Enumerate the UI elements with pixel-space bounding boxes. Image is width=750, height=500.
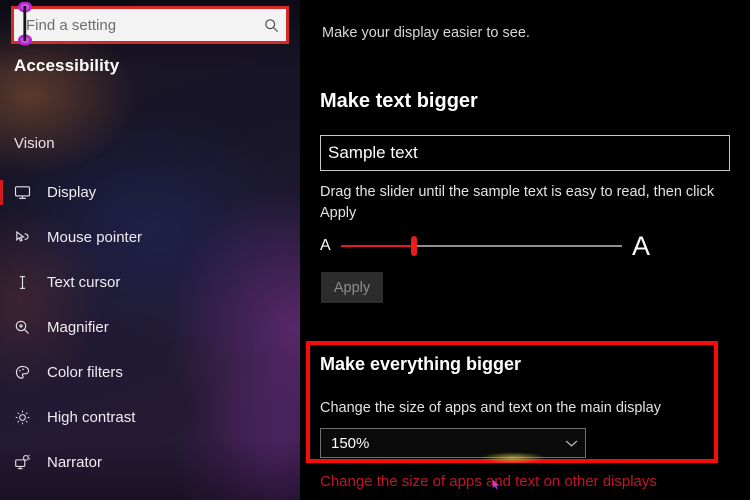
slider-min-label: A: [320, 237, 331, 254]
monitor-icon: [14, 184, 40, 201]
sidebar-item-high-contrast[interactable]: High contrast: [0, 395, 300, 440]
slider-thumb[interactable]: [410, 236, 417, 256]
search-box[interactable]: [11, 6, 289, 44]
sidebar-nav: Display Mouse pointer Text cursor Magnif…: [0, 170, 300, 485]
sidebar-item-label: Narrator: [47, 454, 103, 471]
mouse-pointer-icon: [14, 229, 40, 246]
sidebar-item-text-cursor[interactable]: Text cursor: [0, 260, 300, 305]
sidebar-item-label: High contrast: [47, 409, 136, 426]
search-input[interactable]: [14, 9, 256, 41]
make-text-bigger-heading: Make text bigger: [320, 90, 478, 112]
sample-text: Sample text: [328, 143, 418, 162]
nav-group-label: Vision: [14, 135, 55, 152]
other-displays-link[interactable]: Change the size of apps and text on othe…: [320, 473, 657, 490]
sidebar-item-magnifier[interactable]: Magnifier: [0, 305, 300, 350]
sidebar: Accessibility Vision Display: [0, 0, 300, 500]
slider-max-label: A: [631, 230, 650, 261]
panel-lede: Make your display easier to see.: [322, 25, 530, 41]
sidebar-item-mouse-pointer[interactable]: Mouse pointer: [0, 215, 300, 260]
chevron-down-icon[interactable]: [557, 439, 585, 448]
sidebar-item-label: Display: [47, 184, 97, 201]
text-cursor-icon: [14, 274, 40, 291]
sidebar-item-color-filters[interactable]: Color filters: [0, 350, 300, 395]
color-palette-icon: [14, 364, 40, 381]
selected-indicator: [0, 180, 3, 205]
brightness-icon: [14, 409, 40, 426]
narrator-icon: [14, 454, 40, 471]
page-title: Accessibility: [14, 56, 120, 75]
slider-track-fill: [340, 245, 414, 247]
search-icon[interactable]: [256, 9, 286, 41]
sidebar-item-display[interactable]: Display: [0, 170, 300, 215]
slider-track[interactable]: [340, 233, 622, 259]
scale-sub-label: Change the size of apps and text on the …: [320, 400, 661, 416]
settings-window: Accessibility Vision Display: [0, 0, 750, 500]
scale-dropdown-value: 150%: [331, 434, 370, 452]
apply-button[interactable]: Apply: [321, 272, 383, 303]
sidebar-item-label: Magnifier: [47, 319, 109, 336]
slider-hint: Drag the slider until the sample text is…: [320, 184, 715, 221]
sample-text-box: Sample text: [320, 135, 730, 171]
sidebar-item-label: Mouse pointer: [47, 229, 143, 246]
magnifier-icon: [14, 319, 40, 336]
sidebar-item-label: Color filters: [47, 364, 123, 381]
text-size-slider[interactable]: A A: [320, 231, 650, 261]
sidebar-item-narrator[interactable]: Narrator: [0, 440, 300, 485]
make-everything-bigger-heading: Make everything bigger: [320, 354, 522, 374]
main-panel: Make your display easier to see. Make te…: [300, 0, 750, 500]
sidebar-item-label: Text cursor: [47, 274, 121, 291]
scale-dropdown[interactable]: 150%: [320, 428, 586, 458]
